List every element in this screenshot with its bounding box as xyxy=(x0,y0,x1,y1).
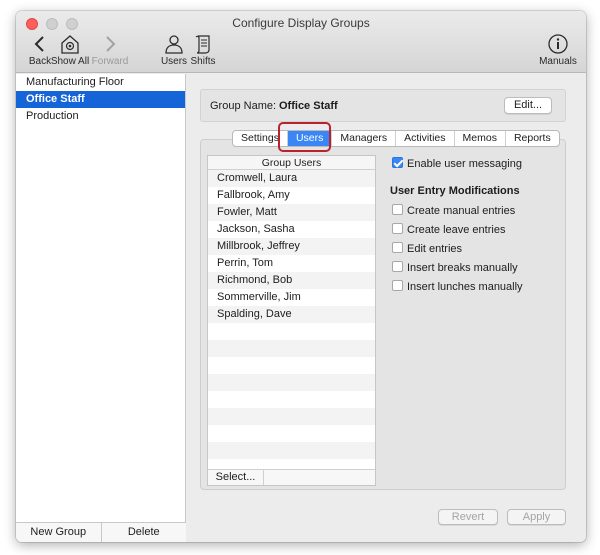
list-item[interactable]: Fallbrook, Amy xyxy=(208,187,375,204)
group-name-box: Group Name: Office Staff Edit... xyxy=(200,89,566,122)
empty-row xyxy=(208,442,375,459)
list-item[interactable]: Cromwell, Laura xyxy=(208,170,375,187)
group-sidebar: Manufacturing Floor Office Staff Product… xyxy=(16,74,186,542)
insert-breaks-manually-checkbox[interactable]: Insert breaks manually xyxy=(392,261,518,275)
list-item[interactable]: Jackson, Sasha xyxy=(208,221,375,238)
empty-row xyxy=(208,408,375,425)
checkbox-label: Edit entries xyxy=(407,243,463,255)
group-name-label: Group Name: xyxy=(210,100,277,112)
forward-button[interactable]: Forward xyxy=(88,33,132,69)
sidebar-item-production[interactable]: Production xyxy=(16,108,185,125)
sidebar-item-office-staff[interactable]: Office Staff xyxy=(16,91,185,108)
empty-row xyxy=(208,323,375,340)
group-name-value: Office Staff xyxy=(279,100,338,112)
select-users-button[interactable]: Select... xyxy=(208,470,264,485)
apply-button[interactable]: Apply xyxy=(507,509,566,525)
users-list-footer: Select... xyxy=(208,469,375,485)
empty-row xyxy=(208,425,375,442)
group-users-list[interactable]: Group Users Cromwell, Laura Fallbrook, A… xyxy=(207,155,376,486)
enable-messaging-label: Enable user messaging xyxy=(407,158,522,170)
user-entry-modifications-title: User Entry Modifications xyxy=(390,185,520,197)
scroll-icon xyxy=(195,35,210,54)
users-tab-highlight-outline xyxy=(278,122,331,152)
empty-row xyxy=(208,374,375,391)
edit-group-button[interactable]: Edit... xyxy=(504,97,552,114)
create-leave-entries-checkbox[interactable]: Create leave entries xyxy=(392,223,505,237)
list-item[interactable]: Richmond, Bob xyxy=(208,272,375,289)
list-item[interactable]: Fowler, Matt xyxy=(208,204,375,221)
show-all-label: Show All xyxy=(50,56,90,67)
tab-managers[interactable]: Managers xyxy=(332,131,397,146)
show-all-button[interactable]: Show All xyxy=(48,33,92,69)
sidebar-actions: New Group Delete xyxy=(16,522,186,542)
title-bar: Configure Display Groups Back Show All F… xyxy=(16,11,586,73)
list-item[interactable]: Perrin, Tom xyxy=(208,255,375,272)
checkbox-label: Insert breaks manually xyxy=(407,262,518,274)
tab-memos[interactable]: Memos xyxy=(455,131,506,146)
shifts-label: Shifts xyxy=(190,56,216,67)
checkbox-label: Create leave entries xyxy=(407,224,506,236)
list-item[interactable]: Millbrook, Jeffrey xyxy=(208,238,375,255)
empty-row xyxy=(208,357,375,374)
create-manual-entries-checkbox[interactable]: Create manual entries xyxy=(392,204,515,218)
manuals-button[interactable]: Manuals xyxy=(536,33,580,69)
insert-lunches-manually-checkbox[interactable]: Insert lunches manually xyxy=(392,280,523,294)
gear-house-icon xyxy=(61,35,79,54)
checkbox-icon xyxy=(392,204,403,215)
empty-row xyxy=(208,340,375,357)
group-users-rows: Cromwell, Laura Fallbrook, Amy Fowler, M… xyxy=(208,170,375,459)
checkbox-icon xyxy=(392,242,403,253)
chevron-right-icon xyxy=(106,36,116,52)
new-group-button[interactable]: New Group xyxy=(16,523,102,542)
forward-label: Forward xyxy=(91,56,129,67)
delete-group-button[interactable]: Delete xyxy=(102,523,187,542)
checkbox-label: Insert lunches manually xyxy=(407,281,523,293)
configure-display-groups-window: Configure Display Groups Back Show All F… xyxy=(16,11,586,542)
tab-reports[interactable]: Reports xyxy=(506,131,559,146)
group-users-header: Group Users xyxy=(208,156,375,170)
checkbox-label: Create manual entries xyxy=(407,205,516,217)
list-item[interactable]: Sommerville, Jim xyxy=(208,289,375,306)
revert-button[interactable]: Revert xyxy=(438,509,498,525)
manuals-label: Manuals xyxy=(539,56,577,67)
checkbox-icon xyxy=(392,223,403,234)
tab-activities[interactable]: Activities xyxy=(396,131,455,146)
checkbox-checked-icon xyxy=(392,157,403,168)
window-title: Configure Display Groups xyxy=(232,16,370,30)
empty-row xyxy=(208,391,375,408)
checkbox-icon xyxy=(392,280,403,291)
edit-entries-checkbox[interactable]: Edit entries xyxy=(392,242,462,256)
shifts-button[interactable]: Shifts xyxy=(181,33,225,69)
list-item[interactable]: Spalding, Dave xyxy=(208,306,375,323)
checkbox-icon xyxy=(392,261,403,272)
enable-messaging-checkbox[interactable]: Enable user messaging xyxy=(392,157,522,171)
info-icon xyxy=(548,34,568,54)
sidebar-item-manufacturing-floor[interactable]: Manufacturing Floor xyxy=(16,74,185,91)
